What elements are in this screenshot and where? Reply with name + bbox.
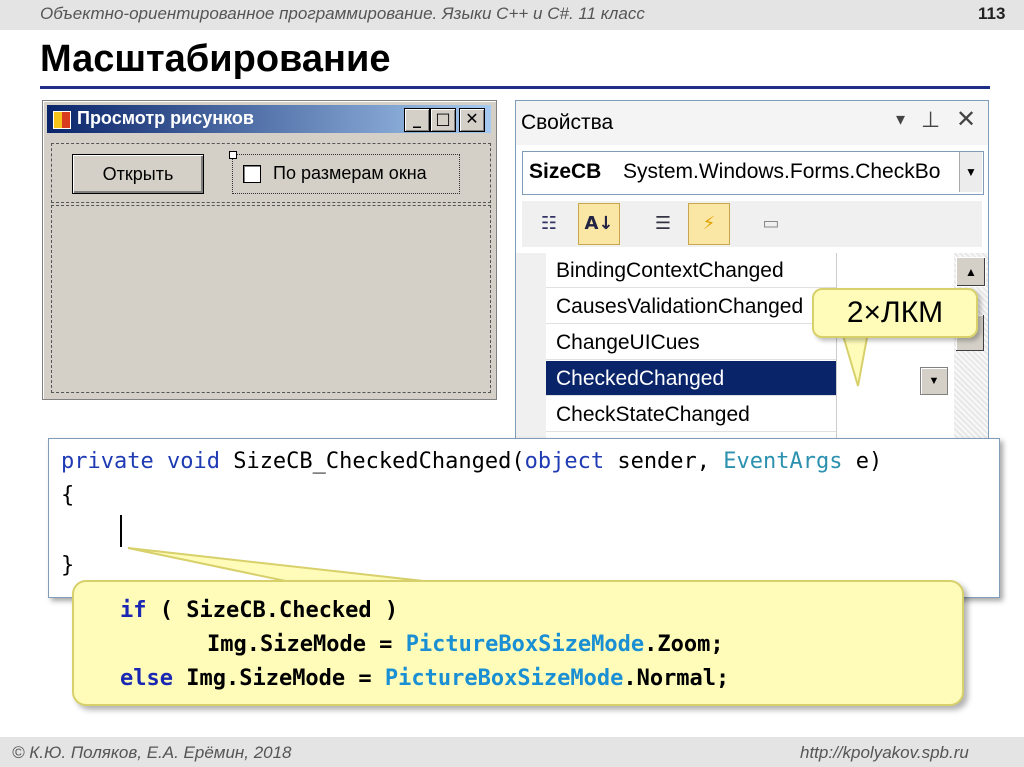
properties-toolbar: ☷ A↓ ☰ ⚡ ▭ [522,201,982,247]
normal-class: PictureBoxSizeMode [384,666,624,691]
window-menu-icon[interactable]: ▾ [896,109,905,130]
properties-window: Свойства ▾ ⊥ ✕ SizeCB System.Windows.For… [515,100,989,442]
code-editor: private void SizeCB_CheckedChanged(objec… [48,438,1000,598]
object-selector[interactable]: SizeCB System.Windows.Forms.CheckBo ▼ [522,151,984,195]
open-button[interactable]: Открыть [72,154,204,194]
code-line-1: private void SizeCB_CheckedChanged(objec… [61,449,882,474]
slide-title: Масштабирование [40,38,391,80]
close-button[interactable]: ✕ [459,108,485,132]
minimize-button[interactable]: _ [404,108,430,132]
title-divider [40,86,990,89]
event-row[interactable]: CheckStateChanged [546,397,836,432]
pin-icon[interactable]: ⊥ [921,107,940,133]
zoom-class: PictureBoxSizeMode [405,632,645,657]
events-lightning-icon[interactable]: ⚡ [688,203,730,245]
form-titlebar: Просмотр рисунков _ □ ✕ [47,105,491,133]
selection-handle[interactable] [229,151,237,159]
object-type: System.Windows.Forms.CheckBo [623,160,941,183]
normal-value: .Normal; [623,666,730,691]
keyword-object: object [524,449,605,474]
scroll-up-icon[interactable]: ▲ [956,257,986,287]
column-separator [836,253,837,441]
form-app-icon [53,111,71,129]
param-e: e) [842,449,883,474]
form-designer-window: Просмотр рисунков _ □ ✕ Открыть По разме… [42,100,497,400]
size-checkbox[interactable]: По размерам окна [229,151,460,194]
code-tip: if ( SizeCB.Checked ) Img.SizeMode = Pic… [72,580,964,706]
event-row[interactable]: BindingContextChanged [546,253,836,288]
method-signature: SizeCB_CheckedChanged( [219,449,525,474]
checkbox-label: По размерам окна [273,163,427,183]
chevron-down-icon[interactable]: ▼ [959,152,982,192]
tip-line-3: else Img.SizeMode = PictureBoxSizeMode.N… [120,666,729,691]
type-eventargs: EventArgs [723,449,843,474]
events-grid: BindingContextChanged CausesValidationCh… [516,253,988,441]
value-dropdown-icon[interactable]: ▼ [920,367,948,395]
properties-icon[interactable]: ☰ [642,203,684,245]
object-name: SizeCB [529,160,602,183]
form-title: Просмотр рисунков [77,108,254,128]
tip-line-2: Img.SizeMode = PictureBoxSizeMode.Zoom; [207,632,724,657]
grid-gutter [516,253,546,441]
site-link[interactable]: http://kpolyakov.spb.ru [800,743,969,763]
top-panel: Открыть По размерам окна [51,143,491,203]
author-credit: © К.Ю. Поляков, Е.А. Ерёмин, 2018 [12,743,292,762]
event-row[interactable]: ChangeUICues [546,325,836,360]
alphabetical-icon[interactable]: A↓ [578,203,620,245]
tip-line-1: if ( SizeCB.Checked ) [120,598,398,623]
keyword: private void [61,449,220,474]
double-click-callout: 2×ЛКМ [812,288,978,338]
picture-box-area [51,205,491,393]
zoom-value: .Zoom; [644,632,724,657]
text-cursor [120,515,122,547]
course-title: Объектно-ориентированное программировани… [40,4,645,23]
properties-title: Свойства [521,111,614,134]
if-keyword: if [120,598,147,623]
properties-header: Свойства ▾ ⊥ ✕ [516,101,988,145]
param-sender: sender, [604,449,724,474]
normal-assign: Img.SizeMode = [172,666,385,691]
code-line-2: { [61,483,75,508]
if-condition: ( SizeCB.Checked ) [159,598,399,623]
close-icon[interactable]: ✕ [956,105,976,133]
categorized-icon[interactable]: ☷ [528,203,570,245]
page-number: 113 [978,4,1006,23]
event-row[interactable]: CausesValidationChanged [546,289,836,324]
maximize-button[interactable]: □ [430,108,456,132]
else-keyword: else [120,666,173,691]
event-row-selected[interactable]: CheckedChanged [546,361,836,396]
property-pages-icon[interactable]: ▭ [750,203,792,245]
checkbox-box[interactable] [243,165,261,183]
zoom-assign: Img.SizeMode = [207,632,406,657]
code-line-4: } [61,553,75,578]
